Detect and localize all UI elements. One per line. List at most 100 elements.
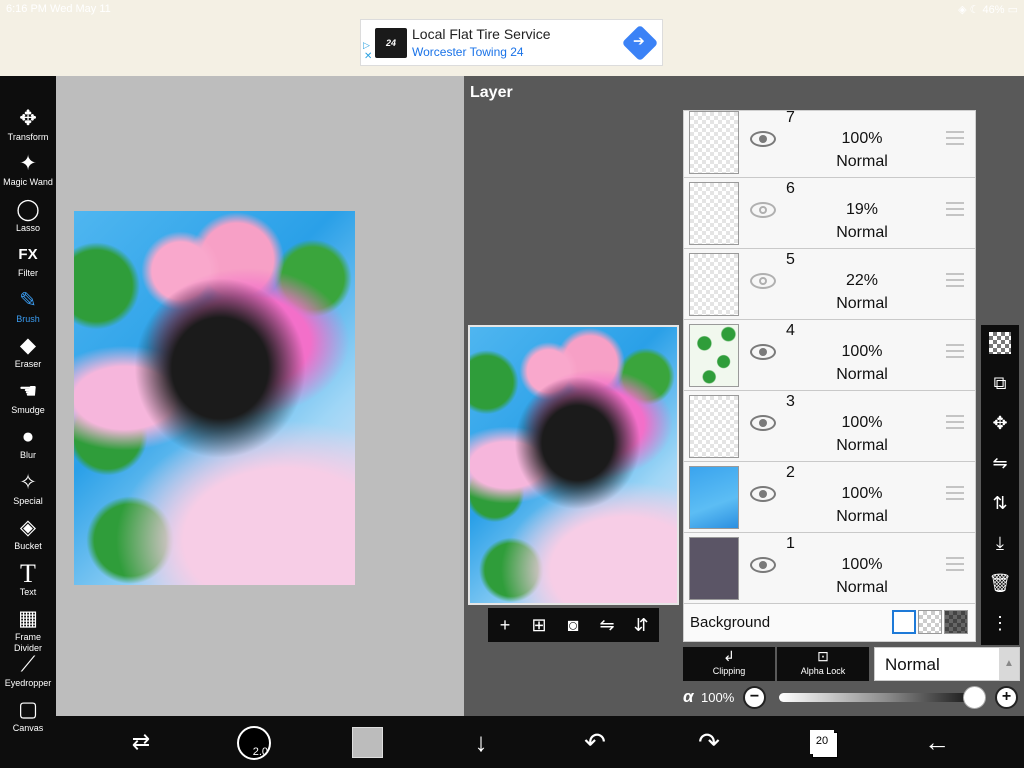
layer-row[interactable]: 2 100% Normal — [684, 462, 975, 533]
background-row[interactable]: Background — [684, 604, 975, 641]
back-arrow-icon: ← — [924, 727, 950, 757]
drag-handle-icon[interactable] — [946, 131, 964, 145]
artwork-canvas[interactable] — [74, 211, 355, 585]
eye-icon[interactable] — [750, 273, 776, 289]
brush-size-button[interactable]: 2.0 — [237, 726, 271, 760]
drag-handle-icon[interactable] — [946, 415, 964, 429]
ad-close-icon[interactable]: ✕ — [364, 51, 372, 62]
transfer-icon: ⧉ — [993, 373, 1007, 393]
move-icon: ✥ — [992, 413, 1008, 433]
drag-handle-icon[interactable] — [946, 557, 964, 571]
tool-label: Special — [13, 496, 43, 506]
eye-icon[interactable] — [750, 131, 776, 147]
lasso-icon: ◯ — [16, 198, 40, 221]
undo-button[interactable]: ↶ — [572, 716, 618, 768]
swap-icon: ⇄ — [131, 729, 151, 754]
layer-row[interactable]: 1 100% Normal — [684, 533, 975, 604]
layers-count-button[interactable]: 20 — [810, 730, 834, 754]
tool-frame-divider[interactable]: ▦ Frame Divider — [0, 606, 56, 653]
alpha-symbol: α — [683, 687, 694, 706]
blend-mode-value: Normal — [885, 655, 940, 674]
clipping-button[interactable]: ↲ Clipping — [683, 647, 775, 681]
alpha-lock-button[interactable]: ⊡ Alpha Lock — [777, 647, 869, 681]
eye-icon[interactable] — [750, 415, 776, 431]
color-swatch-button[interactable] — [352, 727, 383, 758]
add-layer-button[interactable]: + — [488, 608, 522, 642]
drag-handle-icon[interactable] — [946, 486, 964, 500]
opacity-slider[interactable] — [779, 693, 977, 702]
tool-eyedropper[interactable]: ⟋ Eyedropper — [0, 652, 56, 697]
ad-banner[interactable]: ▷ ✕ 24 Local Flat Tire Service Worcester… — [360, 19, 663, 66]
tool-magic-wand[interactable]: ✦ Magic Wand — [0, 151, 56, 196]
ad-title[interactable]: Local Flat Tire Service — [412, 26, 551, 42]
eye-icon[interactable] — [750, 344, 776, 360]
ad-choices-icon[interactable]: ▷ — [363, 40, 370, 51]
layer-list[interactable]: 7 100% Normal 6 19% Normal 5 22% Normal … — [683, 110, 976, 642]
flip-vertical-button[interactable]: ⇵ — [624, 608, 658, 642]
layer-down-button[interactable]: ↓ — [458, 716, 504, 768]
more-options-button[interactable]: ⋮ — [981, 605, 1019, 641]
flip-vertical-icon: ⇅ — [992, 493, 1008, 513]
layer-thumbnail — [689, 395, 739, 458]
tool-special[interactable]: ✧ Special — [0, 470, 56, 515]
tool-transform[interactable]: ✥ Transform — [0, 106, 56, 151]
brush-icon: ✎ — [19, 289, 37, 312]
canvas-workspace[interactable] — [56, 76, 464, 716]
tool-lasso[interactable]: ◯ Lasso — [0, 197, 56, 242]
tool-bucket[interactable]: ◈ Bucket — [0, 515, 56, 560]
move-layer-button[interactable]: ✥ — [981, 405, 1019, 441]
tool-smudge[interactable]: ☚ Smudge — [0, 379, 56, 424]
opacity-slider-handle[interactable] — [963, 686, 986, 709]
blend-mode-select[interactable]: Normal ▲ — [874, 647, 1020, 681]
tool-text[interactable]: T Text — [0, 561, 56, 606]
layer-row[interactable]: 5 22% Normal — [684, 249, 975, 320]
background-transparent-swatch[interactable] — [918, 610, 942, 634]
layer-row[interactable]: 4 100% Normal — [684, 320, 975, 391]
tool-label: Frame Divider — [13, 632, 42, 653]
tool-brush[interactable]: ✎ Brush — [0, 288, 56, 333]
layer-opacity: 100% — [841, 485, 883, 502]
camera-button[interactable]: ◙ — [556, 608, 590, 642]
tool-label: Eraser — [14, 359, 42, 369]
tool-label: Bucket — [14, 541, 42, 551]
tool-eraser[interactable]: ◆ Eraser — [0, 333, 56, 378]
drag-handle-icon[interactable] — [946, 344, 964, 358]
background-dark-swatch[interactable] — [944, 610, 968, 634]
trash-icon: 🗑 — [988, 573, 1012, 593]
opacity-decrease-button[interactable]: − — [743, 686, 766, 709]
swap-tool-button[interactable]: ⇄ — [118, 716, 164, 768]
eye-icon[interactable] — [750, 486, 776, 502]
transfer-button[interactable]: ⧉ — [981, 365, 1019, 401]
background-white-swatch[interactable] — [892, 610, 916, 634]
dropdown-arrow-icon[interactable]: ▲ — [999, 648, 1019, 680]
layer-blend-mode: Normal — [836, 366, 888, 383]
layer-action-bar: + ⊞ ◙ ⇋ ⇵ — [488, 608, 659, 642]
eye-icon[interactable] — [750, 557, 776, 573]
eyedropper-icon: ⟋ — [20, 653, 36, 676]
add-layer-copy-button[interactable]: ⊞ — [522, 608, 556, 642]
flip-horizontal-button[interactable]: ⇋ — [590, 608, 624, 642]
opacity-increase-button[interactable]: + — [995, 686, 1018, 709]
delete-layer-button[interactable]: 🗑 — [981, 565, 1019, 601]
flip-horizontal-side-button[interactable]: ⇋ — [981, 445, 1019, 481]
tool-label: Text — [19, 587, 37, 597]
layer-row[interactable]: 6 19% Normal — [684, 178, 975, 249]
layer-row[interactable]: 7 100% Normal — [684, 111, 975, 178]
eye-icon[interactable] — [750, 202, 776, 218]
tool-label: Magic Wand — [3, 177, 53, 187]
tool-label: Transform — [7, 132, 49, 142]
checker-button[interactable] — [981, 325, 1019, 361]
merge-down-button[interactable]: ⤓ — [981, 525, 1019, 561]
back-button[interactable]: ← — [914, 716, 960, 768]
tool-blur[interactable]: ● Blur — [0, 424, 56, 469]
tool-canvas[interactable]: ▢ Canvas — [0, 697, 56, 742]
drag-handle-icon[interactable] — [946, 273, 964, 287]
tool-filter[interactable]: FX Filter — [0, 242, 56, 287]
ad-subtitle[interactable]: Worcester Towing 24 — [412, 45, 524, 59]
flip-vertical-side-button[interactable]: ⇅ — [981, 485, 1019, 521]
layer-row[interactable]: 3 100% Normal — [684, 391, 975, 462]
redo-button[interactable]: ↷ — [686, 716, 732, 768]
ad-directions-icon[interactable]: ➔ — [621, 24, 659, 62]
redo-icon: ↷ — [698, 727, 720, 757]
drag-handle-icon[interactable] — [946, 202, 964, 216]
